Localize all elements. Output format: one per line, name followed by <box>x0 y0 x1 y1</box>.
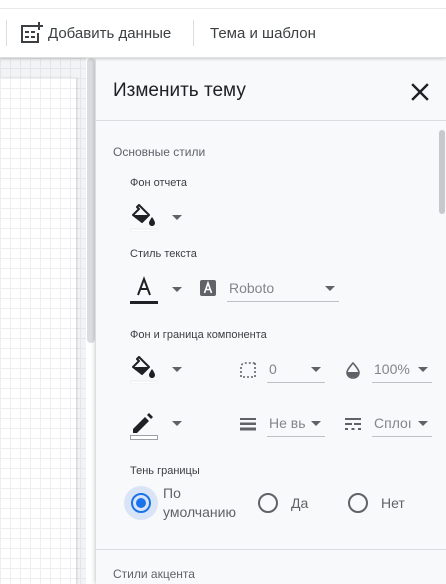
close-icon <box>411 83 429 101</box>
line-weight-icon <box>240 418 256 431</box>
add-data-icon <box>21 22 43 43</box>
chevron-down-icon <box>418 367 428 372</box>
report-background-dropdown[interactable] <box>172 215 182 220</box>
opacity-icon <box>346 361 360 379</box>
panel-scrollbar[interactable] <box>439 130 445 214</box>
border-shadow-label: Тень границы <box>130 465 200 477</box>
text-style-label: Стиль текста <box>130 248 197 260</box>
toolbar-top-border <box>0 8 446 9</box>
panel-title: Изменить тему <box>113 80 246 101</box>
border-weight-select[interactable]: Не вь <box>267 409 325 437</box>
border-color-icon[interactable] <box>130 410 158 440</box>
chevron-down-icon <box>311 421 321 426</box>
shadow-yes-radio[interactable] <box>258 493 278 513</box>
border-style-value: Сплоı <box>374 415 412 431</box>
chevron-down-icon <box>325 286 335 291</box>
report-background-fill-icon[interactable] <box>130 204 158 232</box>
report-page[interactable] <box>0 78 76 584</box>
shadow-yes-label: Да <box>291 495 309 511</box>
font-icon <box>200 280 216 296</box>
toolbar-separator <box>193 20 194 46</box>
text-color-dropdown[interactable] <box>172 287 182 292</box>
border-style-select[interactable]: Сплоı <box>372 409 432 437</box>
report-background-label: Фон отчета <box>130 177 188 189</box>
border-radius-value: 0 <box>269 361 277 377</box>
shadow-no-label: Нет <box>381 495 405 511</box>
basic-styles-heading: Основные стили <box>113 145 206 159</box>
chevron-down-icon <box>311 367 321 372</box>
font-family-select[interactable]: Roboto <box>227 274 339 302</box>
border-radius-select[interactable]: 0 <box>267 355 325 383</box>
theme-and-layout-label: Тема и шаблон <box>210 24 316 42</box>
theme-panel: Изменить тему Основные стили Фон отчета … <box>96 58 446 584</box>
component-fill-dropdown[interactable] <box>172 367 182 372</box>
panel-header: Изменить тему <box>96 58 446 121</box>
toolbar-separator <box>6 20 7 46</box>
opacity-select[interactable]: 100% <box>372 355 432 383</box>
close-button[interactable] <box>405 77 435 107</box>
section-divider <box>96 549 446 550</box>
component-background-label: Фон и граница компонента <box>130 329 267 341</box>
shadow-default-label: По умолчанию <box>163 485 236 520</box>
opacity-value: 100% <box>374 361 410 377</box>
add-data-button[interactable]: Добавить данные <box>19 18 171 48</box>
border-radius-icon <box>240 362 256 378</box>
border-weight-value: Не вь <box>269 415 306 431</box>
add-data-label: Добавить данные <box>48 24 172 42</box>
line-style-icon <box>345 418 361 430</box>
accent-styles-heading: Стили акцента <box>113 567 195 581</box>
chevron-down-icon <box>418 421 428 426</box>
canvas-scrollbar[interactable] <box>87 58 95 343</box>
shadow-no-radio[interactable] <box>348 493 368 513</box>
font-family-value: Roboto <box>229 280 275 296</box>
theme-and-layout-button[interactable]: Тема и шаблон <box>210 18 316 48</box>
report-canvas[interactable] <box>0 58 86 584</box>
shadow-default-radio[interactable] <box>131 493 151 513</box>
text-color-icon[interactable] <box>130 276 158 304</box>
border-color-dropdown[interactable] <box>172 421 182 426</box>
toolbar: Добавить данные Тема и шаблон <box>0 0 446 58</box>
component-fill-icon[interactable] <box>130 356 158 384</box>
